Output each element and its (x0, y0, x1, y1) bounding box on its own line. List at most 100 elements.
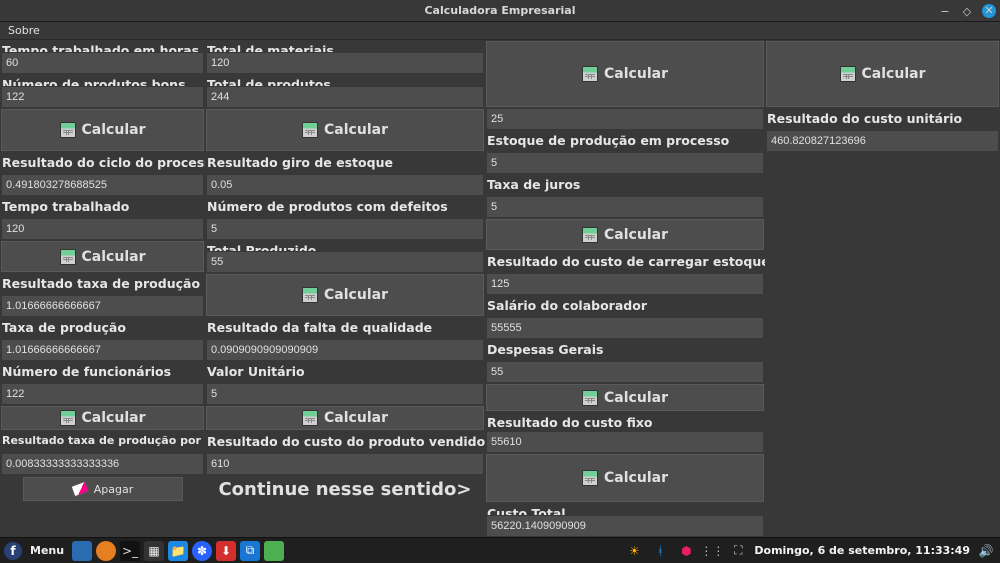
output-res-giro[interactable] (207, 175, 483, 195)
label-res-custo-vendido: Resultado do custo do produto vendido (205, 431, 485, 453)
output-res-custo-vendido[interactable] (207, 454, 483, 474)
calcular-button-taxa-recurso[interactable]: Calcular (1, 406, 204, 430)
label-res-ciclo: Resultado do ciclo do processo (0, 152, 205, 174)
taskbar-clock[interactable]: Domingo, 6 de setembro, 11:33:49 (754, 544, 970, 557)
label-total-produzido: Total Produzido (205, 240, 485, 252)
calcular-button-col4-top[interactable]: Calcular (766, 41, 999, 107)
desktop-taskbar: f Menu >_ ▦ 📁 ✽ ⬇ ⧉ ☀ ᚼ ⬢ ⋮⋮ ⛶ Domingo, … (0, 537, 1000, 563)
label-total-materiais: Total de materiais (205, 40, 485, 52)
tray-bluetooth-icon[interactable]: ᚼ (650, 541, 670, 561)
calcular-button-ciclo[interactable]: Calcular (1, 109, 204, 151)
continue-text: Continue nesse sentido> (205, 475, 485, 515)
output-res-falta-qual[interactable] (207, 340, 483, 360)
input-total-materiais[interactable] (207, 53, 483, 73)
calcular-button-carregar[interactable]: Calcular (486, 219, 764, 251)
eraser-icon (70, 481, 89, 498)
label-taxa-prod: Taxa de produção (0, 317, 205, 339)
tray-icon[interactable]: ☀ (624, 541, 644, 561)
tray-icon[interactable]: ⬢ (676, 541, 696, 561)
input-num-func[interactable] (2, 384, 203, 404)
tray-icon[interactable]: ⛶ (728, 541, 748, 561)
calcular-label: Calcular (82, 122, 146, 138)
taskbar-app-icon[interactable] (72, 541, 92, 561)
label-res-taxa-prod: Resultado taxa de produção (0, 273, 205, 295)
input-salario[interactable] (487, 318, 763, 338)
output-custo-total[interactable] (487, 516, 763, 536)
taskbar-terminal-icon[interactable]: >_ (120, 541, 140, 561)
calcular-button-custo-vendido[interactable]: Calcular (206, 406, 484, 430)
calculator-icon (60, 410, 76, 426)
calculator-icon (582, 390, 598, 406)
label-taxa-juros: Taxa de juros (485, 174, 765, 196)
calcular-label: Calcular (82, 249, 146, 265)
label-num-defeitos: Número de produtos com defeitos (205, 196, 485, 218)
input-taxa-prod[interactable] (2, 340, 203, 360)
window-close-button[interactable]: ✕ (982, 4, 996, 18)
calcular-button-custo-fixo[interactable]: Calcular (486, 384, 764, 411)
calcular-button-giro[interactable]: Calcular (206, 109, 484, 151)
label-res-taxa-recurso: Resultado taxa de produção por recurso (0, 431, 205, 453)
window-minimize-button[interactable]: − (938, 4, 952, 18)
taskbar-running-app-icon[interactable] (264, 541, 284, 561)
calcular-button-col3-top[interactable]: Calcular (486, 41, 764, 107)
taskbar-app-icon[interactable]: ▦ (144, 541, 164, 561)
label-despesas: Despesas Gerais (485, 339, 765, 361)
output-res-taxa-recurso[interactable] (2, 454, 203, 474)
input-tempo-trabalhado[interactable] (2, 219, 203, 239)
label-num-bons: Número de produtos bons (0, 74, 205, 86)
calcular-label: Calcular (604, 227, 668, 243)
calculator-icon (60, 249, 76, 265)
input-tempo-horas[interactable] (2, 53, 203, 73)
tray-volume-icon[interactable]: 🔊 (976, 541, 996, 561)
taskbar-app-icon[interactable]: ✽ (192, 541, 212, 561)
calcular-label: Calcular (324, 287, 388, 303)
input-valor-unit[interactable] (207, 384, 483, 404)
label-tempo-horas: Tempo trabalhado em horas (0, 40, 205, 52)
calculator-icon (582, 470, 598, 486)
tray-wifi-icon[interactable]: ⋮⋮ (702, 541, 722, 561)
calcular-button-falta-qual[interactable]: Calcular (206, 274, 484, 316)
calcular-label: Calcular (324, 410, 388, 426)
input-num-bons[interactable] (2, 87, 203, 107)
menu-sobre[interactable]: Sobre (2, 24, 46, 37)
calcular-label: Calcular (82, 410, 146, 426)
taskbar-app-icon[interactable]: ⬇ (216, 541, 236, 561)
calcular-label: Calcular (604, 470, 668, 486)
input-col3-top[interactable] (487, 109, 763, 129)
calculator-icon (582, 66, 598, 82)
window-title: Calculadora Empresarial (424, 4, 575, 17)
taskbar-app-icon[interactable] (96, 541, 116, 561)
calculator-icon (302, 410, 318, 426)
label-tempo-trabalhado: Tempo trabalhado (0, 196, 205, 218)
calcular-label: Calcular (604, 66, 668, 82)
input-total-produzido[interactable] (207, 252, 483, 272)
taskbar-menu-label: Menu (26, 544, 68, 557)
input-num-defeitos[interactable] (207, 219, 483, 239)
input-taxa-juros[interactable] (487, 197, 763, 217)
calcular-button-custo-total[interactable]: Calcular (486, 454, 764, 502)
calcular-button-taxa-prod[interactable]: Calcular (1, 241, 204, 273)
calculator-icon (302, 122, 318, 138)
label-salario: Salário do colaborador (485, 295, 765, 317)
taskbar-files-icon[interactable]: 📁 (168, 541, 188, 561)
output-res-taxa-prod[interactable] (2, 296, 203, 316)
app-menubar: Sobre (0, 22, 1000, 40)
output-res-custo-unitario[interactable] (767, 131, 998, 151)
calculator-icon (582, 227, 598, 243)
input-total-produtos[interactable] (207, 87, 483, 107)
output-res-custo-carregar[interactable] (487, 274, 763, 294)
taskbar-menu-button[interactable]: f Menu (4, 542, 68, 560)
label-num-func: Número de funcionários (0, 361, 205, 383)
label-res-giro: Resultado giro de estoque (205, 152, 485, 174)
window-maximize-button[interactable]: ◇ (960, 4, 974, 18)
apagar-button[interactable]: Apagar (23, 477, 183, 501)
calculator-icon (302, 287, 318, 303)
output-res-custo-fixo[interactable] (487, 432, 763, 452)
output-res-ciclo[interactable] (2, 175, 203, 195)
calculator-icon (840, 66, 856, 82)
input-estoque-processo[interactable] (487, 153, 763, 173)
app-grid: Tempo trabalhado em horas Total de mater… (0, 40, 1000, 537)
taskbar-vscode-icon[interactable]: ⧉ (240, 541, 260, 561)
input-despesas[interactable] (487, 362, 763, 382)
calcular-label: Calcular (862, 66, 926, 82)
